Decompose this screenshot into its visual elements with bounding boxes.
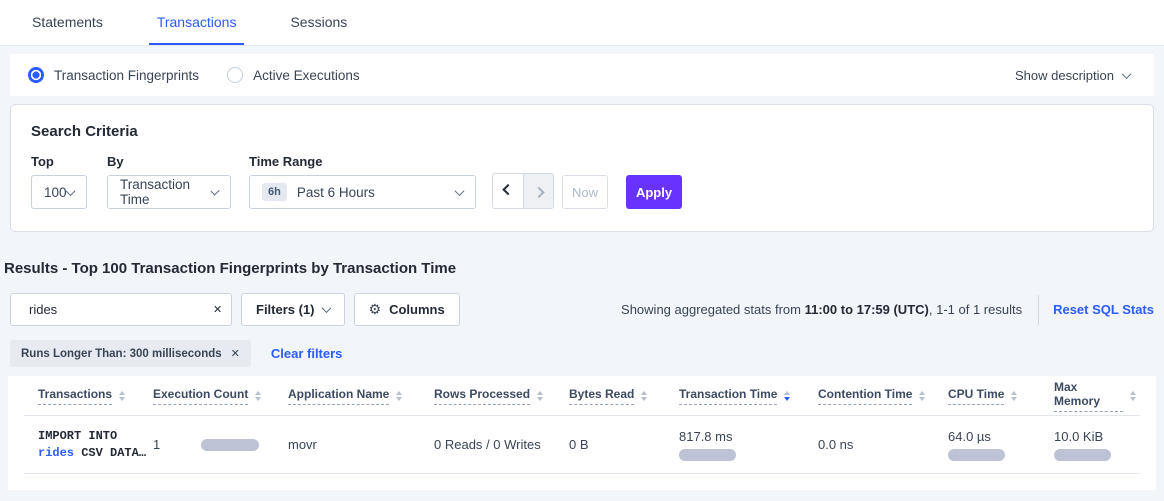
sort-icon[interactable] <box>119 391 125 401</box>
cell-max-memory: 10.0 KiB <box>1054 429 1136 461</box>
remove-filter-icon[interactable]: ✕ <box>231 347 240 360</box>
next-time-button[interactable] <box>523 174 553 208</box>
tab-statements[interactable]: Statements <box>24 2 111 45</box>
time-range-label: Time Range <box>249 154 492 169</box>
by-label: By <box>107 154 249 169</box>
results-toolbar: ✕ Filters (1) ⚙ Columns Showing aggregat… <box>10 293 1154 326</box>
cell-transaction-time: 817.8 ms <box>679 429 818 461</box>
time-range-field: Time Range 6h Past 6 Hours <box>249 154 492 209</box>
top-value: 100 <box>44 185 67 200</box>
time-range-select[interactable]: 6h Past 6 Hours <box>249 175 476 209</box>
col-header-transactions[interactable]: Transactions <box>38 387 153 405</box>
table-header-row: Transactions Execution Count Application… <box>24 376 1140 416</box>
radio-active-executions[interactable]: Active Executions <box>227 67 360 83</box>
reset-sql-stats-link[interactable]: Reset SQL Stats <box>1053 302 1154 317</box>
filters-button[interactable]: Filters (1) <box>241 293 345 326</box>
radio-transaction-fingerprints[interactable]: Transaction Fingerprints <box>28 67 199 83</box>
search-match-highlight: rides <box>38 446 74 460</box>
cell-cpu-time: 64.0 µs <box>948 429 1054 461</box>
col-header-transaction-time[interactable]: Transaction Time <box>679 387 818 405</box>
col-header-cpu-time[interactable]: CPU Time <box>948 387 1054 405</box>
chevron-down-icon <box>1122 69 1132 79</box>
page-tabs: Statements Transactions Sessions <box>0 0 1164 46</box>
sort-icon[interactable] <box>255 391 261 401</box>
time-range-value: Past 6 Hours <box>297 185 375 200</box>
clear-search-icon[interactable]: ✕ <box>213 303 222 316</box>
filter-pill-label: Runs Longer Than: 300 milliseconds <box>21 348 222 360</box>
search-criteria-panel: Search Criteria Top 100 By Transaction T… <box>10 104 1154 232</box>
by-field: By Transaction Time <box>107 154 249 209</box>
radio-label: Active Executions <box>253 68 360 83</box>
radio-label: Transaction Fingerprints <box>54 68 199 83</box>
results-table: Transactions Execution Count Application… <box>8 376 1156 490</box>
apply-button[interactable]: Apply <box>626 175 682 209</box>
active-filters-row: Runs Longer Than: 300 milliseconds ✕ Cle… <box>10 340 1154 367</box>
sort-icon[interactable] <box>1011 391 1017 401</box>
top-field: Top 100 <box>31 154 107 209</box>
show-description-label: Show description <box>1015 68 1114 83</box>
clear-filters-link[interactable]: Clear filters <box>271 346 343 361</box>
col-header-rows-processed[interactable]: Rows Processed <box>434 387 569 405</box>
cell-application-name: movr <box>288 437 434 452</box>
col-header-execution-count[interactable]: Execution Count <box>153 387 288 405</box>
time-shift-buttons <box>492 173 554 209</box>
vertical-divider <box>1038 295 1039 325</box>
search-input[interactable] <box>29 302 205 317</box>
radio-selected-icon <box>28 67 44 83</box>
col-header-contention-time[interactable]: Contention Time <box>818 387 948 405</box>
chevron-left-icon <box>502 184 513 195</box>
time-range-badge: 6h <box>262 183 287 201</box>
gear-icon: ⚙ <box>369 301 382 318</box>
sort-icon[interactable] <box>641 391 647 401</box>
tab-transactions[interactable]: Transactions <box>149 2 245 45</box>
by-value: Transaction Time <box>120 177 212 207</box>
chevron-down-icon <box>321 303 331 313</box>
tab-sessions[interactable]: Sessions <box>282 2 355 45</box>
stats-time-range: 11:00 to 17:59 (UTC) <box>805 302 929 317</box>
chevron-down-icon <box>66 186 76 196</box>
sort-icon[interactable] <box>396 391 402 401</box>
col-header-bytes-read[interactable]: Bytes Read <box>569 387 679 405</box>
by-select[interactable]: Transaction Time <box>107 175 231 209</box>
view-toggle-bar: Transaction Fingerprints Active Executio… <box>10 54 1154 96</box>
show-description-toggle[interactable]: Show description <box>1015 68 1130 83</box>
columns-button[interactable]: ⚙ Columns <box>354 293 460 326</box>
filter-pill[interactable]: Runs Longer Than: 300 milliseconds ✕ <box>10 340 251 367</box>
aggregated-stats-text: Showing aggregated stats from 11:00 to 1… <box>621 295 1154 325</box>
results-title: Results - Top 100 Transaction Fingerprin… <box>4 260 1154 277</box>
max-memory-bar <box>1054 449 1111 461</box>
search-box[interactable]: ✕ <box>10 293 232 326</box>
cell-bytes-read: 0 B <box>569 437 679 452</box>
filters-label: Filters (1) <box>256 302 315 317</box>
transaction-fingerprint-link[interactable]: IMPORT INTO rides CSV DATA… <box>38 428 153 462</box>
cpu-time-bar <box>948 449 1005 461</box>
top-label: Top <box>31 154 107 169</box>
cell-execution-count: 1 <box>153 437 288 452</box>
sort-icon[interactable] <box>537 391 543 401</box>
previous-time-button[interactable] <box>493 174 523 208</box>
top-select[interactable]: 100 <box>31 175 87 209</box>
columns-label: Columns <box>389 302 445 317</box>
search-criteria-title: Search Criteria <box>31 123 1133 140</box>
chevron-down-icon <box>455 186 465 196</box>
col-header-max-memory[interactable]: Max Memory <box>1054 380 1136 412</box>
col-header-application-name[interactable]: Application Name <box>288 387 434 405</box>
table-row: IMPORT INTO rides CSV DATA… 1 movr 0 Rea… <box>24 416 1140 474</box>
chevron-right-icon <box>533 187 544 198</box>
sort-icon[interactable] <box>1130 391 1136 401</box>
cell-rows-processed: 0 Reads / 0 Writes <box>434 437 569 452</box>
sort-icon-active[interactable] <box>784 391 790 401</box>
cell-contention-time: 0.0 ns <box>818 437 948 452</box>
radio-unselected-icon <box>227 67 243 83</box>
view-radio-group: Transaction Fingerprints Active Executio… <box>28 67 360 83</box>
transaction-time-bar <box>679 449 736 461</box>
sort-icon[interactable] <box>919 391 925 401</box>
now-button[interactable]: Now <box>562 175 608 209</box>
execution-count-bar <box>201 439 259 451</box>
